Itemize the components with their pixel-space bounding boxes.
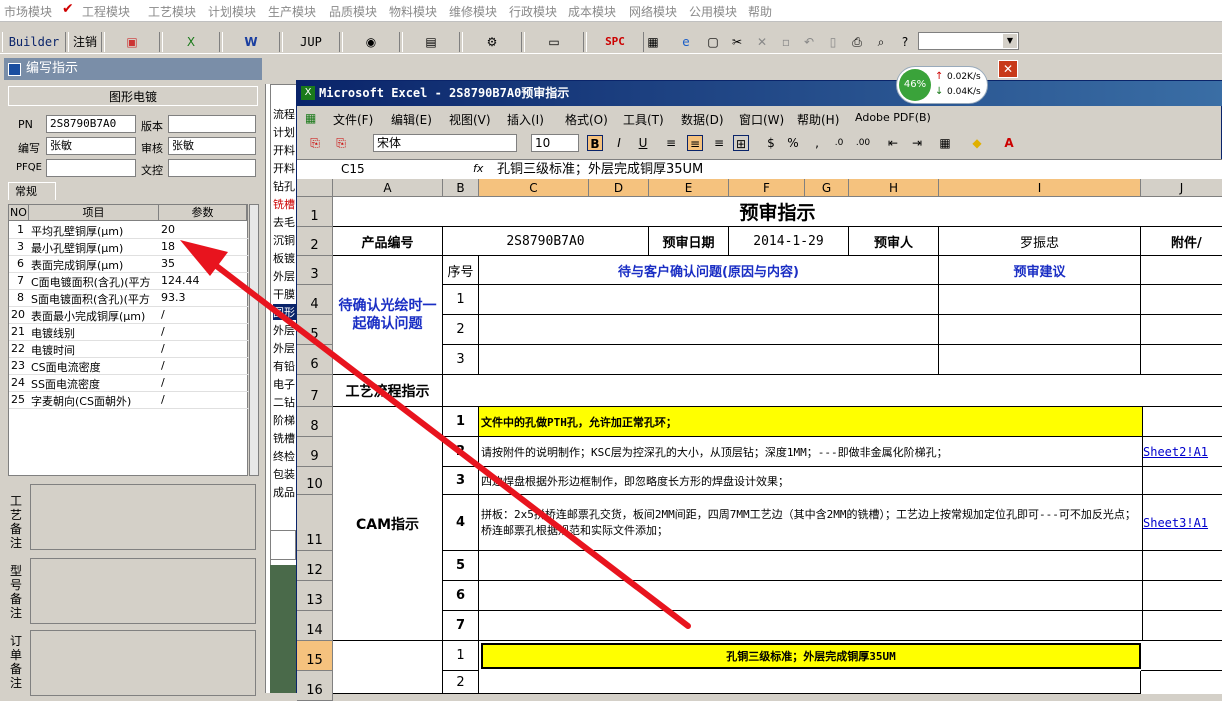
annotation-arrow bbox=[180, 240, 691, 629]
arrow-line bbox=[203, 255, 691, 629]
